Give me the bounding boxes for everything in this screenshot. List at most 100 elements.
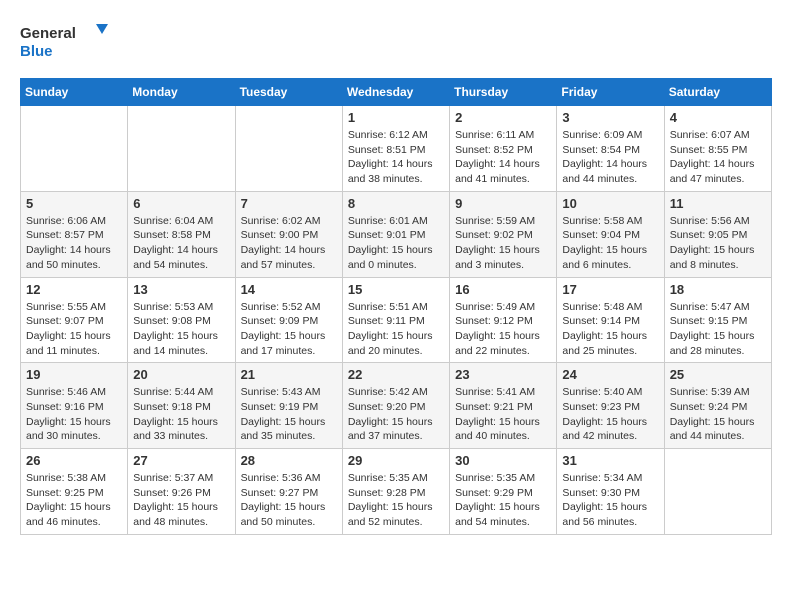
day-info: Sunrise: 5:42 AMSunset: 9:20 PMDaylight:…	[348, 385, 444, 444]
day-number: 23	[455, 367, 551, 382]
calendar-cell	[128, 106, 235, 192]
calendar-cell: 27 Sunrise: 5:37 AMSunset: 9:26 PMDayligh…	[128, 449, 235, 535]
day-info: Sunrise: 5:39 AMSunset: 9:24 PMDaylight:…	[670, 385, 766, 444]
calendar-body: 1 Sunrise: 6:12 AMSunset: 8:51 PMDaylight…	[21, 106, 772, 535]
day-info: Sunrise: 5:53 AMSunset: 9:08 PMDaylight:…	[133, 300, 229, 359]
day-info: Sunrise: 5:59 AMSunset: 9:02 PMDaylight:…	[455, 214, 551, 273]
day-number: 22	[348, 367, 444, 382]
weekday-header-friday: Friday	[557, 79, 664, 106]
calendar-week-row: 19 Sunrise: 5:46 AMSunset: 9:16 PMDayligh…	[21, 363, 772, 449]
calendar-cell: 30Sunrise: 5:35 AMSunset: 9:29 PMDayligh…	[450, 449, 557, 535]
svg-text:General: General	[20, 25, 76, 42]
day-info: Sunrise: 5:34 AMSunset: 9:30 PMDaylight:…	[562, 471, 658, 530]
calendar-cell: 2 Sunrise: 6:11 AMSunset: 8:52 PMDaylight…	[450, 106, 557, 192]
weekday-header-saturday: Saturday	[664, 79, 771, 106]
day-info: Sunrise: 6:07 AMSunset: 8:55 PMDaylight:…	[670, 128, 766, 187]
calendar-cell: 22 Sunrise: 5:42 AMSunset: 9:20 PMDayligh…	[342, 363, 449, 449]
day-info: Sunrise: 6:12 AMSunset: 8:51 PMDaylight:…	[348, 128, 444, 187]
calendar-cell: 24Sunrise: 5:40 AMSunset: 9:23 PMDayligh…	[557, 363, 664, 449]
day-number: 19	[26, 367, 122, 382]
day-info: Sunrise: 5:38 AMSunset: 9:25 PMDaylight:…	[26, 471, 122, 530]
day-number: 25	[670, 367, 766, 382]
calendar-cell: 28Sunrise: 5:36 AMSunset: 9:27 PMDayligh…	[235, 449, 342, 535]
day-number: 31	[562, 453, 658, 468]
logo: General Blue	[20, 20, 110, 62]
day-number: 6	[133, 196, 229, 211]
day-info: Sunrise: 5:47 AMSunset: 9:15 PMDaylight:…	[670, 300, 766, 359]
calendar-cell: 5 Sunrise: 6:06 AMSunset: 8:57 PMDaylight…	[21, 191, 128, 277]
logo-svg: General Blue	[20, 20, 110, 62]
day-number: 5	[26, 196, 122, 211]
day-number: 7	[241, 196, 337, 211]
day-info: Sunrise: 5:55 AMSunset: 9:07 PMDaylight:…	[26, 300, 122, 359]
day-number: 9	[455, 196, 551, 211]
calendar-cell: 19 Sunrise: 5:46 AMSunset: 9:16 PMDayligh…	[21, 363, 128, 449]
day-number: 16	[455, 282, 551, 297]
day-number: 27	[133, 453, 229, 468]
calendar-cell	[664, 449, 771, 535]
day-number: 3	[562, 110, 658, 125]
day-number: 15	[348, 282, 444, 297]
day-info: Sunrise: 5:49 AMSunset: 9:12 PMDaylight:…	[455, 300, 551, 359]
day-number: 2	[455, 110, 551, 125]
calendar-cell: 29 Sunrise: 5:35 AMSunset: 9:28 PMDayligh…	[342, 449, 449, 535]
calendar-cell: 3Sunrise: 6:09 AMSunset: 8:54 PMDaylight…	[557, 106, 664, 192]
day-info: Sunrise: 5:40 AMSunset: 9:23 PMDaylight:…	[562, 385, 658, 444]
day-info: Sunrise: 5:52 AMSunset: 9:09 PMDaylight:…	[241, 300, 337, 359]
calendar-cell	[21, 106, 128, 192]
day-info: Sunrise: 5:43 AMSunset: 9:19 PMDaylight:…	[241, 385, 337, 444]
weekday-header-sunday: Sunday	[21, 79, 128, 106]
day-info: Sunrise: 6:04 AMSunset: 8:58 PMDaylight:…	[133, 214, 229, 273]
calendar-week-row: 12 Sunrise: 5:55 AMSunset: 9:07 PMDayligh…	[21, 277, 772, 363]
calendar-cell: 31 Sunrise: 5:34 AMSunset: 9:30 PMDayligh…	[557, 449, 664, 535]
day-info: Sunrise: 5:44 AMSunset: 9:18 PMDaylight:…	[133, 385, 229, 444]
day-info: Sunrise: 6:02 AMSunset: 9:00 PMDaylight:…	[241, 214, 337, 273]
day-number: 12	[26, 282, 122, 297]
day-info: Sunrise: 5:35 AMSunset: 9:28 PMDaylight:…	[348, 471, 444, 530]
calendar-cell: 12 Sunrise: 5:55 AMSunset: 9:07 PMDayligh…	[21, 277, 128, 363]
calendar-header: SundayMondayTuesdayWednesdayThursdayFrid…	[21, 79, 772, 106]
day-number: 1	[348, 110, 444, 125]
weekday-header-monday: Monday	[128, 79, 235, 106]
calendar-cell: 6 Sunrise: 6:04 AMSunset: 8:58 PMDaylight…	[128, 191, 235, 277]
day-number: 21	[241, 367, 337, 382]
calendar-week-row: 26 Sunrise: 5:38 AMSunset: 9:25 PMDayligh…	[21, 449, 772, 535]
calendar-cell: 16 Sunrise: 5:49 AMSunset: 9:12 PMDayligh…	[450, 277, 557, 363]
calendar-cell: 21 Sunrise: 5:43 AMSunset: 9:19 PMDayligh…	[235, 363, 342, 449]
day-number: 11	[670, 196, 766, 211]
weekday-header-wednesday: Wednesday	[342, 79, 449, 106]
calendar-cell: 15 Sunrise: 5:51 AMSunset: 9:11 PMDayligh…	[342, 277, 449, 363]
weekday-header-row: SundayMondayTuesdayWednesdayThursdayFrid…	[21, 79, 772, 106]
calendar-cell: 8 Sunrise: 6:01 AMSunset: 9:01 PMDaylight…	[342, 191, 449, 277]
day-info: Sunrise: 5:56 AMSunset: 9:05 PMDaylight:…	[670, 214, 766, 273]
calendar-cell: 20Sunrise: 5:44 AMSunset: 9:18 PMDayligh…	[128, 363, 235, 449]
day-info: Sunrise: 5:46 AMSunset: 9:16 PMDaylight:…	[26, 385, 122, 444]
calendar-cell: 25 Sunrise: 5:39 AMSunset: 9:24 PMDayligh…	[664, 363, 771, 449]
calendar-cell: 7 Sunrise: 6:02 AMSunset: 9:00 PMDaylight…	[235, 191, 342, 277]
day-number: 17	[562, 282, 658, 297]
day-number: 29	[348, 453, 444, 468]
calendar-week-row: 1 Sunrise: 6:12 AMSunset: 8:51 PMDaylight…	[21, 106, 772, 192]
day-info: Sunrise: 5:51 AMSunset: 9:11 PMDaylight:…	[348, 300, 444, 359]
calendar-cell: 10Sunrise: 5:58 AMSunset: 9:04 PMDayligh…	[557, 191, 664, 277]
day-info: Sunrise: 5:37 AMSunset: 9:26 PMDaylight:…	[133, 471, 229, 530]
header: General Blue	[20, 20, 772, 62]
day-info: Sunrise: 5:58 AMSunset: 9:04 PMDaylight:…	[562, 214, 658, 273]
calendar-cell: 23Sunrise: 5:41 AMSunset: 9:21 PMDayligh…	[450, 363, 557, 449]
day-info: Sunrise: 5:36 AMSunset: 9:27 PMDaylight:…	[241, 471, 337, 530]
day-info: Sunrise: 6:06 AMSunset: 8:57 PMDaylight:…	[26, 214, 122, 273]
day-number: 13	[133, 282, 229, 297]
day-number: 26	[26, 453, 122, 468]
day-info: Sunrise: 5:48 AMSunset: 9:14 PMDaylight:…	[562, 300, 658, 359]
calendar-cell: 17 Sunrise: 5:48 AMSunset: 9:14 PMDayligh…	[557, 277, 664, 363]
calendar-cell: 11 Sunrise: 5:56 AMSunset: 9:05 PMDayligh…	[664, 191, 771, 277]
day-number: 14	[241, 282, 337, 297]
day-number: 8	[348, 196, 444, 211]
day-info: Sunrise: 5:35 AMSunset: 9:29 PMDaylight:…	[455, 471, 551, 530]
calendar-week-row: 5 Sunrise: 6:06 AMSunset: 8:57 PMDaylight…	[21, 191, 772, 277]
weekday-header-thursday: Thursday	[450, 79, 557, 106]
calendar-table: SundayMondayTuesdayWednesdayThursdayFrid…	[20, 78, 772, 535]
day-info: Sunrise: 6:11 AMSunset: 8:52 PMDaylight:…	[455, 128, 551, 187]
day-info: Sunrise: 6:01 AMSunset: 9:01 PMDaylight:…	[348, 214, 444, 273]
calendar-cell	[235, 106, 342, 192]
